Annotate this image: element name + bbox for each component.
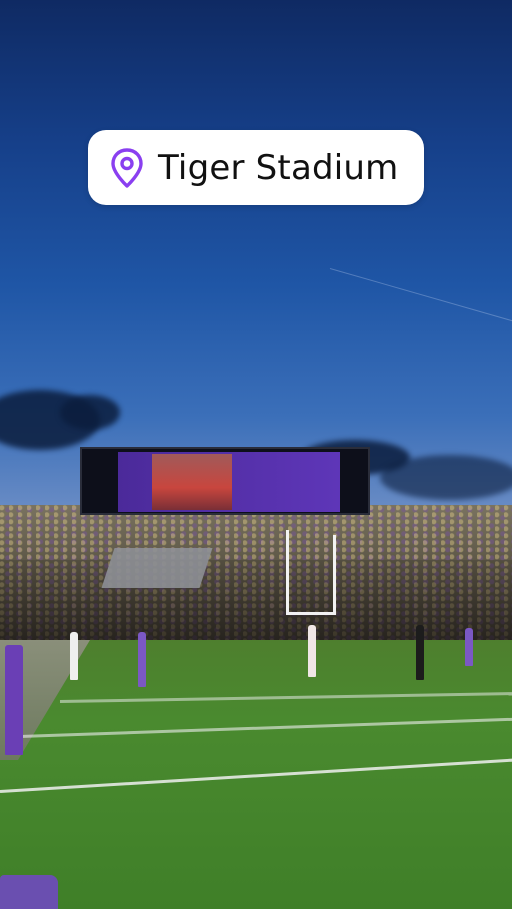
person: [138, 632, 146, 687]
scoreboard-video: [152, 454, 232, 510]
goalpost-crossbar: [286, 612, 336, 615]
cloud: [60, 395, 120, 430]
person: [416, 625, 424, 680]
cloud: [380, 455, 512, 500]
location-pin-icon: [111, 147, 143, 188]
stadium-photo: Tiger Stadium: [0, 0, 512, 909]
purple-bag: [0, 875, 58, 909]
person: [308, 625, 316, 677]
person: [465, 628, 473, 666]
goalpost-left: [286, 530, 289, 614]
person: [5, 645, 23, 755]
stand-section: [101, 548, 213, 588]
person: [70, 632, 78, 680]
location-label: Tiger Stadium: [158, 147, 399, 188]
location-sticker[interactable]: Tiger Stadium: [88, 130, 424, 205]
goalpost-right: [333, 535, 336, 615]
